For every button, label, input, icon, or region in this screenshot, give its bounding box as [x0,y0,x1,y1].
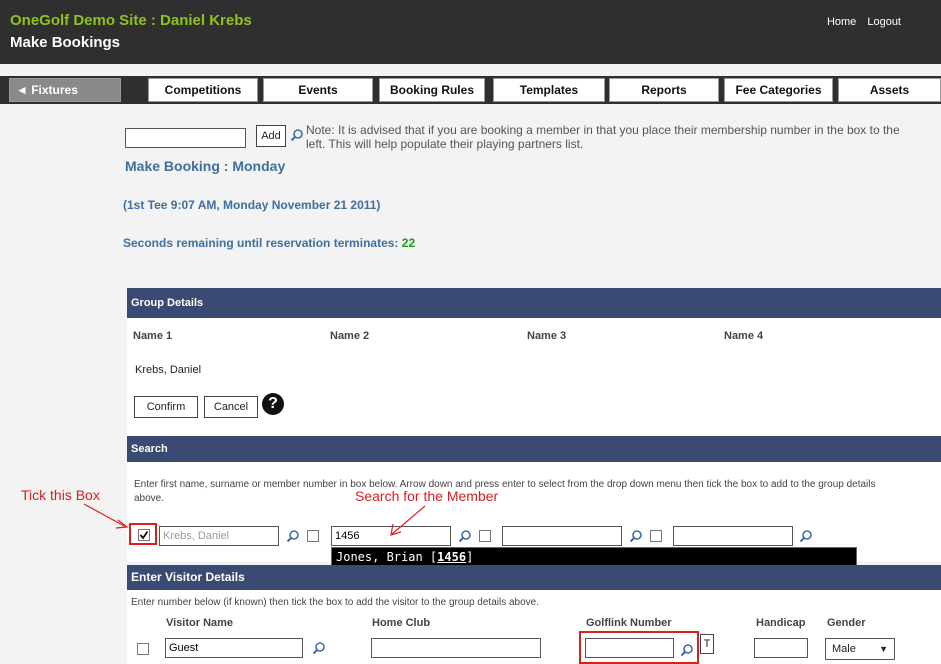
search-icon[interactable] [312,641,326,655]
top-links: Home Logout [819,16,901,28]
visitor-col-name: Visitor Name [166,617,234,629]
visitor-col-club: Home Club [372,617,431,629]
group-col-name4: Name 4 [724,330,764,342]
group-name1-value: Krebs, Daniel [135,364,202,376]
group-details-header: Group Details [127,288,941,318]
confirm-button[interactable]: Confirm [134,396,198,418]
t-button[interactable]: T [700,634,714,654]
member-note: Note: It is advised that if you are book… [306,123,900,151]
golflink-number-field[interactable] [585,638,674,658]
search-checkbox-2[interactable] [307,530,319,542]
cancel-button[interactable]: Cancel [204,396,258,418]
search-icon[interactable] [290,128,304,142]
site-title: OneGolf Demo Site : Daniel Krebs [10,12,252,29]
member-number-input[interactable] [125,128,246,148]
nav-tab-templates[interactable]: Templates [493,78,605,102]
search-checkbox-3[interactable] [479,530,491,542]
annotation-search-member: Search for the Member [355,488,499,504]
annotation-tick-box: Tick this Box [21,487,100,503]
visitor-header: Enter Visitor Details [127,565,941,590]
nav-tab-reports[interactable]: Reports [609,78,719,102]
handicap-field[interactable] [754,638,808,658]
search-header: Search [127,436,941,462]
search-field-4[interactable] [673,526,793,546]
help-icon[interactable]: ? [262,393,284,415]
nav-tab-competitions[interactable]: Competitions [148,78,258,102]
group-col-name2: Name 2 [330,330,370,342]
search-checkbox-1[interactable] [138,529,150,541]
search-icon[interactable] [286,529,300,543]
page-title: Make Bookings [10,34,121,51]
search-field-1[interactable] [159,526,279,546]
search-instructions: Enter first name, surname or member numb… [134,479,876,504]
nav-tab-booking-rules[interactable]: Booking Rules [379,78,485,102]
app-header [0,0,941,64]
tee-info: (1st Tee 9:07 AM, Monday November 21 201… [123,198,381,212]
booking-title: Make Booking : Monday [125,158,286,174]
search-icon[interactable] [629,529,643,543]
add-button[interactable]: Add [256,125,286,147]
timer-value: 22 [401,236,416,250]
chevron-down-icon: ▼ [879,644,888,654]
nav-tab-assets[interactable]: Assets [838,78,941,102]
search-field-2[interactable] [331,526,451,546]
search-checkbox-4[interactable] [650,530,662,542]
search-icon[interactable] [458,529,472,543]
home-link[interactable]: Home [827,16,856,28]
logout-link[interactable]: Logout [867,16,901,28]
search-field-3[interactable] [502,526,622,546]
nav-tab-fixtures[interactable]: ◄ Fixtures [9,78,121,102]
group-col-name3: Name 3 [527,330,567,342]
gender-select[interactable]: Male ▼ [825,638,895,660]
search-icon[interactable] [799,529,813,543]
visitor-instructions: Enter number below (if known) then tick … [131,597,540,608]
reservation-timer: Seconds remaining until reservation term… [123,236,415,250]
search-icon[interactable] [680,643,694,657]
checkmark-icon [139,530,149,540]
gender-value: Male [832,643,856,655]
visitor-col-gender: Gender [827,617,866,629]
visitor-col-handicap: Handicap [756,617,806,629]
visitor-col-golflink: Golflink Number [586,617,672,629]
autocomplete-name: Jones, Brian [336,550,423,564]
nav-tab-events[interactable]: Events [263,78,373,102]
home-club-field[interactable] [371,638,541,658]
nav-tab-fee-categories[interactable]: Fee Categories [724,78,833,102]
visitor-checkbox[interactable] [137,643,149,655]
timer-label: Seconds remaining until reservation term… [123,236,399,250]
autocomplete-number: 1456 [437,550,467,564]
visitor-name-field[interactable] [165,638,303,658]
group-col-name1: Name 1 [133,330,173,342]
